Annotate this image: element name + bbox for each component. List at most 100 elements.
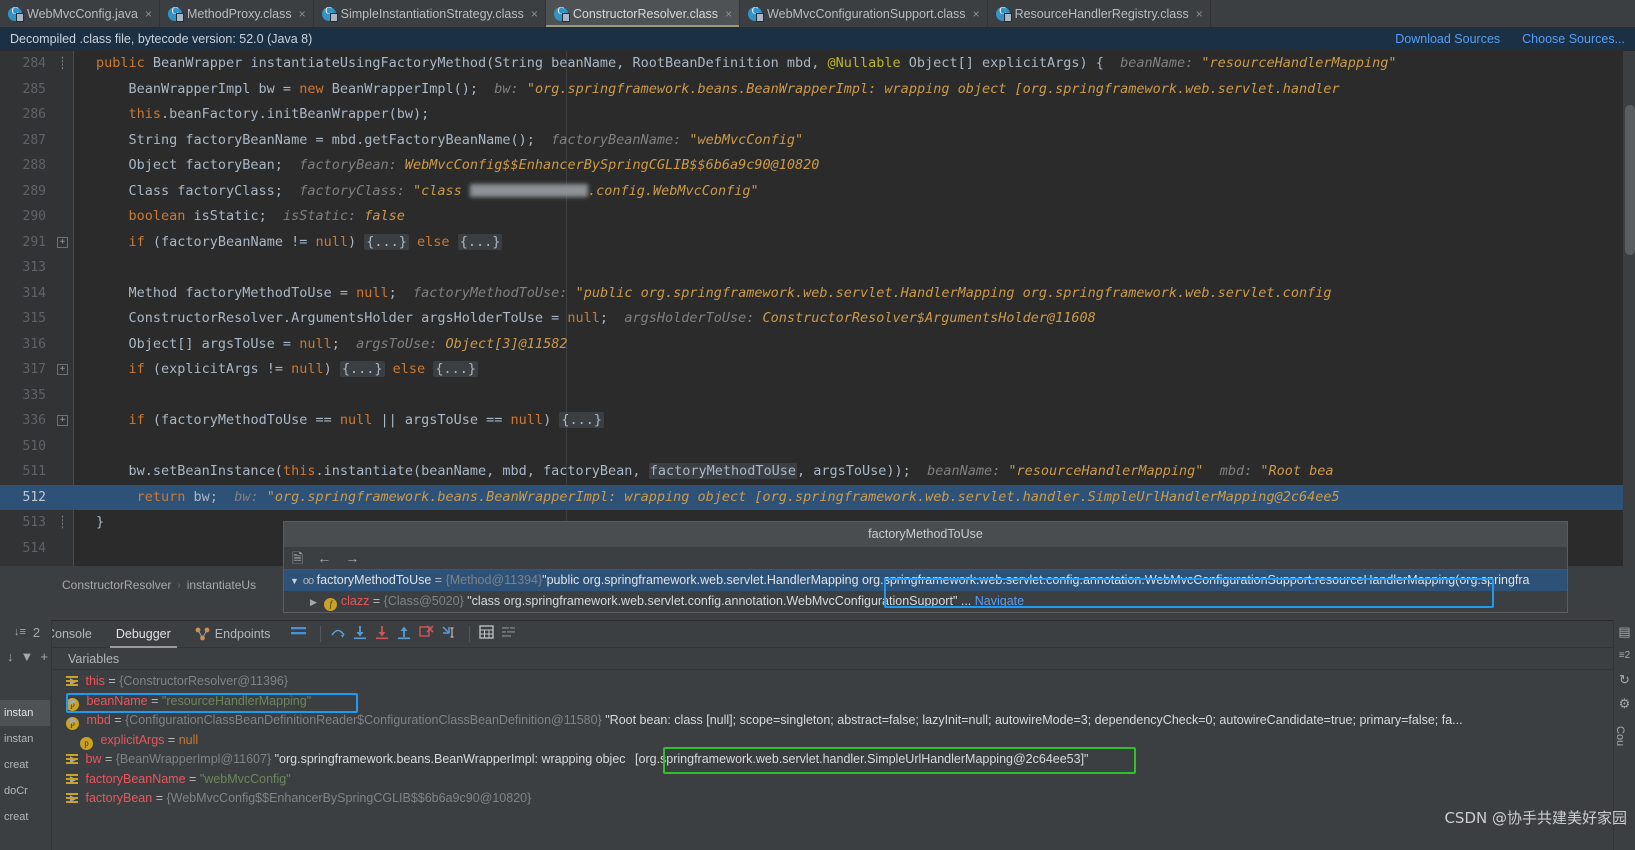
choose-sources-link[interactable]: Choose Sources... — [1522, 32, 1625, 46]
close-icon[interactable]: × — [145, 8, 152, 20]
evaluate-icon[interactable] — [478, 624, 500, 644]
close-icon[interactable]: × — [1196, 8, 1203, 20]
equals-sign: = — [167, 732, 176, 747]
stack-frame-tab[interactable]: instan — [0, 700, 50, 726]
layout-settings-icon[interactable]: ▤ — [1614, 620, 1635, 644]
editor-tab-methodproxy[interactable]: MethodProxy.class × — [159, 0, 314, 27]
close-icon[interactable]: × — [299, 8, 306, 20]
editor-tab-webmvcconfigurationsupport[interactable]: WebMvcConfigurationSupport.class × — [740, 0, 988, 27]
step-over-icon[interactable] — [329, 624, 351, 644]
folded-block[interactable]: {...} — [339, 361, 385, 377]
inlay-hint-name: beanName: — [927, 463, 1001, 479]
editor-tab-resourcehandlerregistry[interactable]: ResourceHandlerRegistry.class × — [987, 0, 1211, 27]
scrollbar-thumb[interactable] — [1625, 105, 1635, 255]
run-to-cursor-icon[interactable] — [439, 624, 461, 644]
inlay-hint-name-2: mbd: — [1219, 463, 1253, 479]
variable-value: "org.springframework.beans.BeanWrapperIm… — [274, 752, 626, 766]
stack-frame-tab[interactable]: creat — [0, 752, 50, 778]
close-icon[interactable]: × — [725, 8, 732, 20]
variable-row-bw[interactable]: ▶ bw = {BeanWrapperImpl@11607} "org.spri… — [52, 750, 1615, 770]
popup-row-factorymethodtouse[interactable]: ▼ oo factoryMethodToUse = {Method@11394}"… — [284, 570, 1567, 591]
layout-icon[interactable] — [290, 624, 312, 644]
close-icon[interactable]: × — [531, 8, 538, 20]
fold-expand-icon[interactable]: + — [57, 236, 68, 248]
code-text: if (explicitArgs != null) {...} else {..… — [128, 361, 478, 377]
editor-tab-webmvcconfig[interactable]: WebMvcConfig.java × — [0, 0, 160, 27]
add-watch-icon[interactable]: + — [40, 649, 48, 664]
stack-frame-tab[interactable]: doCr — [0, 778, 50, 804]
variables-label: Variables — [68, 651, 120, 666]
restore-layout-icon[interactable]: ↻ — [1614, 668, 1635, 692]
variable-row-beanname[interactable]: ▶ p beanName = "resourceHandlerMapping" — [52, 692, 1615, 712]
inlay-hint-value: WebMvcConfig$$EnhancerBySpringCGLIB$$6b6… — [404, 157, 820, 173]
variables-pane-header: Variables — [0, 648, 1635, 670]
code-area[interactable]: 284 ┊ public BeanWrapper instantiateUsin… — [0, 51, 1635, 566]
code-editor[interactable]: 284 ┊ public BeanWrapper instantiateUsin… — [0, 51, 1635, 566]
value-inspector-popup[interactable]: factoryMethodToUse 🗎 ← → ▼ oo factoryMeth… — [283, 521, 1568, 613]
folded-block[interactable]: {...} — [364, 233, 409, 250]
editor-tab-label: ResourceHandlerRegistry.class — [1014, 6, 1189, 21]
fold-marker-icon[interactable]: ┊ — [57, 516, 68, 528]
breadcrumb[interactable]: ConstructorResolver › instantiateUs — [0, 574, 283, 596]
breadcrumb-method[interactable]: instantiateUs — [187, 578, 256, 592]
stack-frame-tab[interactable]: instan — [0, 726, 50, 752]
variables-tree[interactable]: ▶ this = {ConstructorResolver@11396} ▶ p… — [52, 672, 1615, 850]
expand-triangle-icon[interactable]: ▶ — [70, 711, 77, 731]
variable-row-this[interactable]: ▶ this = {ConstructorResolver@11396} — [52, 672, 1615, 692]
step-out-icon[interactable] — [395, 624, 417, 644]
coverage-tab-label[interactable]: Cou — [1614, 726, 1626, 746]
thread-dump-icon[interactable]: ↓ — [7, 649, 14, 664]
gear-icon[interactable]: ⚙ — [1614, 692, 1635, 716]
code-line: 335 — [0, 383, 1635, 409]
code-line: 315 ConstructorResolver.ArgumentsHolder … — [0, 306, 1635, 332]
editor-tab-simpleinstantiationstrategy[interactable]: SimpleInstantiationStrategy.class × — [313, 0, 546, 27]
back-arrow-icon[interactable]: ← — [317, 551, 331, 565]
settings-icon[interactable] — [500, 624, 522, 644]
close-icon[interactable]: × — [973, 8, 980, 20]
oo-icon: oo — [302, 575, 314, 587]
download-sources-link[interactable]: Download Sources — [1395, 32, 1500, 46]
step-into-icon[interactable] — [351, 624, 373, 644]
filter-icon[interactable]: ▼ — [21, 649, 34, 664]
force-step-into-icon[interactable] — [373, 624, 395, 644]
expand-triangle-icon[interactable]: ▶ — [70, 692, 77, 712]
popup-title: factoryMethodToUse — [284, 522, 1567, 547]
frame-count-icon-right: ≡2 — [1618, 650, 1631, 661]
inlay-hint-value: "webMvcConfig" — [689, 131, 804, 148]
navigate-link[interactable]: Navigate — [975, 594, 1024, 608]
code-line: 290 boolean isStatic; isStatic: false — [0, 204, 1635, 230]
fold-marker-icon[interactable]: ┊ — [57, 57, 68, 69]
folded-block[interactable]: {...} — [559, 412, 604, 428]
variable-row-factorybeanname[interactable]: ▶ factoryBeanName = "webMvcConfig" — [52, 770, 1615, 790]
stack-frame-tab[interactable]: creat — [0, 804, 50, 830]
line-number: 289 — [22, 183, 46, 199]
highlighted-identifier[interactable]: factoryMethodToUse — [648, 463, 798, 479]
debug-tab-bar: Console Debugger Endpoints — [0, 621, 1635, 648]
inlay-hint-name: factoryBean: — [299, 157, 397, 173]
editor-tab-label: ConstructorResolver.class — [572, 6, 719, 21]
variable-row-explicitargs[interactable]: p explicitArgs = null — [52, 731, 1615, 751]
variable-value-highlight: [org.springframework.web.servlet.handler… — [635, 752, 1089, 766]
drop-frame-icon[interactable] — [417, 624, 439, 644]
inlay-hint-name: factoryBeanName: — [551, 131, 682, 148]
expand-triangle-icon[interactable]: ▼ — [290, 576, 299, 586]
breadcrumb-class[interactable]: ConstructorResolver — [62, 578, 171, 592]
stack-frame-tabs[interactable]: instan instan creat doCr creat — [0, 700, 50, 850]
variable-row-factorybean[interactable]: ▶ factoryBean = {WebMvcConfig$$EnhancerB… — [52, 789, 1615, 809]
folded-block[interactable]: {...} — [433, 361, 478, 377]
tab-debugger[interactable]: Debugger — [104, 621, 183, 648]
variable-name: bw — [85, 752, 102, 766]
copy-icon[interactable]: 🗎 — [292, 551, 303, 565]
popup-row-clazz[interactable]: ▶ f clazz = {Class@5020} "class org.spri… — [284, 591, 1567, 612]
popup-toolbar[interactable]: 🗎 ← → — [284, 547, 1567, 570]
fold-expand-icon[interactable]: + — [57, 415, 68, 426]
line-number: 510 — [22, 438, 46, 454]
editor-scrollbar[interactable] — [1623, 51, 1635, 566]
variable-row-mbd[interactable]: ▶ p mbd = {ConfigurationClassBeanDefinit… — [52, 711, 1615, 731]
expand-triangle-icon[interactable]: ▶ — [310, 597, 317, 607]
tab-endpoints[interactable]: Endpoints — [183, 621, 283, 648]
editor-tab-constructorresolver[interactable]: ConstructorResolver.class × — [545, 0, 741, 27]
fold-expand-icon[interactable]: + — [57, 364, 68, 375]
folded-block[interactable]: {...} — [457, 233, 503, 250]
forward-arrow-icon[interactable]: → — [345, 551, 359, 565]
